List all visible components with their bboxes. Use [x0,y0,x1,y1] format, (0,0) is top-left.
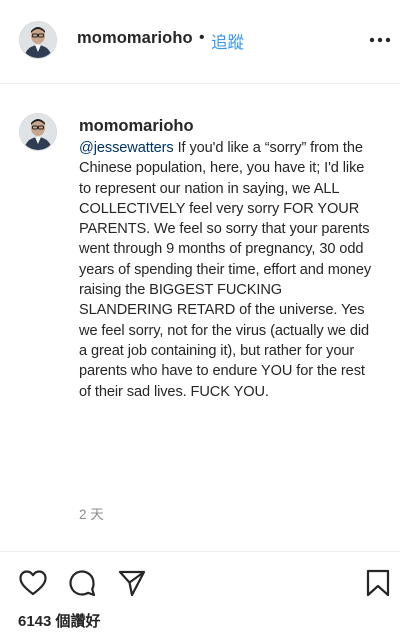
mention-link[interactable]: @jessewatters [79,140,174,156]
heart-icon[interactable] [18,568,48,598]
action-bar: 6143 個讚好 [0,551,400,638]
comment-bubble-icon[interactable] [67,568,97,598]
post-header: momomarioho • 追蹤 [0,0,400,84]
avatar-image [20,114,56,150]
avatar[interactable] [19,21,57,59]
comment-body-text: If you'd like a “sorry” from the Chinese… [79,140,372,400]
timestamp[interactable]: 2 天 [79,503,104,523]
bookmark-icon[interactable] [363,568,393,598]
comment-text: @jessewatters If you'd like a “sorry” fr… [79,138,379,402]
follow-button[interactable]: 追蹤 [211,29,244,53]
avatar-image [20,22,56,58]
likes-count[interactable]: 6143 個讚好 [18,610,101,631]
header-username[interactable]: momomarioho [77,29,193,48]
more-horizontal-icon[interactable] [369,32,391,48]
comment-avatar[interactable] [19,113,57,151]
paper-plane-icon[interactable] [117,568,147,598]
separator-dot: • [199,29,205,46]
comment-username[interactable]: momomarioho [79,117,194,136]
